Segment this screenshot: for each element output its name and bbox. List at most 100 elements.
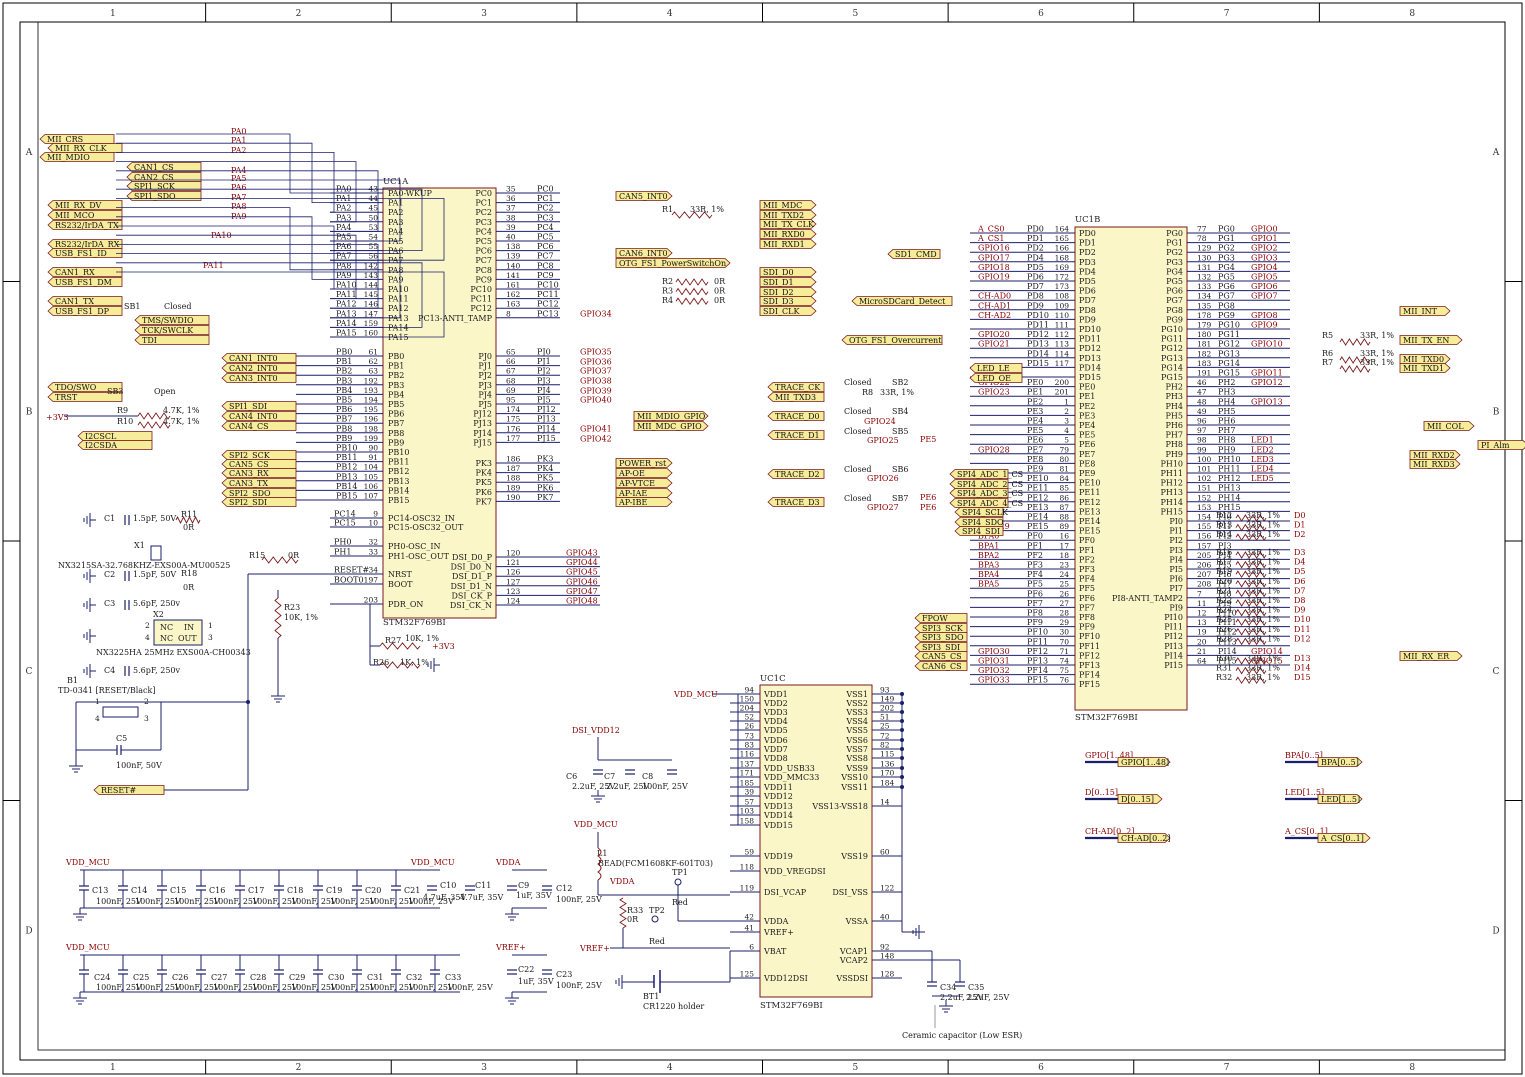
c22-ref: C22 — [518, 965, 534, 974]
uc1b-right-net: LED2 — [1251, 445, 1274, 454]
net-label-pa0: PA0 — [231, 127, 247, 136]
uc1b-right-name: PI7 — [1169, 584, 1183, 593]
uc1a-right-net: PJ2 — [537, 367, 551, 376]
uc1b-right-name: PG8 — [1166, 306, 1183, 315]
c2-value: 1.5pF, 50V — [133, 570, 176, 579]
uc1b-left-name: PD11 — [1079, 335, 1101, 344]
c12-ref: C12 — [556, 884, 572, 893]
d-res-ref: R22 — [1216, 596, 1232, 605]
uc1a-left-name: PB5 — [388, 400, 404, 409]
uc1b-right-portname: PH3 — [1218, 388, 1235, 397]
zone-col-bottom: 1 — [110, 1063, 116, 1073]
uc1b-right-pinno: 129 — [1197, 244, 1212, 253]
r-sd-ref: R3 — [662, 287, 673, 296]
x2-pin-out: OUT — [178, 634, 197, 643]
d-res-net: D11 — [1294, 625, 1311, 634]
uc1b-right-name: PI13 — [1164, 642, 1183, 651]
uc1b-left-portname: PF4 — [1027, 570, 1043, 579]
uc1a-left-pinno: 198 — [364, 424, 379, 433]
port-mii-txd1: MII_TXD1 — [1403, 364, 1444, 373]
uc1b-right-portname: PG3 — [1218, 253, 1235, 262]
r9-value: 4.7K, 1% — [163, 406, 200, 415]
uc1a-osc-pinno: 197 — [364, 576, 379, 585]
uc1c-right-name: VSS11 — [840, 783, 868, 792]
uc1a-right-net: PC7 — [537, 252, 554, 261]
uc1b-left-net: A_CS0 — [977, 225, 1004, 234]
uc1a-right-pinno: 188 — [506, 474, 521, 483]
uc1c-right-name: VSS4 — [845, 717, 868, 726]
uc1b-right-name: PH15 — [1160, 507, 1183, 516]
uc1a-dsi-name: DSI_D1_N — [450, 582, 492, 591]
decoup-cap-ref: C29 — [289, 973, 305, 982]
bt1-ref: BT1 — [643, 992, 659, 1001]
port-mii-txd2: MII_TXD2 — [763, 211, 804, 220]
vss-junction — [900, 747, 904, 751]
decoup-cap-ref: C27 — [211, 973, 227, 982]
uc1c-left-pinno: 116 — [740, 750, 755, 759]
uc1b-left-name: PE10 — [1079, 479, 1100, 488]
port-can6-cs: CAN6_CS — [922, 662, 962, 671]
d-res-net: D8 — [1294, 596, 1306, 605]
uc1b-left-pinno: 200 — [1055, 378, 1070, 387]
uc1b-left-net: A_CS1 — [977, 234, 1004, 243]
vref-row2: VREF+ — [495, 943, 526, 952]
uc1b-right-name: PI15 — [1164, 661, 1183, 670]
vdd-mcu-row1: VDD_MCU — [65, 858, 110, 867]
zone-col-bottom: 3 — [481, 1063, 487, 1073]
c6-ref: C6 — [566, 772, 577, 781]
uc1b-left-name: PF15 — [1079, 680, 1100, 689]
uc1b-left-name: PE11 — [1079, 488, 1100, 497]
net-label-pa5: PA5 — [231, 174, 247, 183]
port-can2-int0: CAN2_INT0 — [229, 364, 278, 373]
uc1b-left-portname: PE6 — [1027, 436, 1043, 445]
vdd-mcu-row1b: VDD_MCU — [410, 858, 455, 867]
uc1b-left-portname: PD12 — [1027, 330, 1049, 339]
zone-col-bottom: 2 — [296, 1063, 302, 1073]
port-bus-3: LED[1..5] — [1321, 795, 1360, 804]
uc1a-left-pinno: 104 — [364, 463, 379, 472]
uc1c-left-pinno: 41 — [744, 924, 754, 933]
port-can5-cs: CAN5_CS — [922, 652, 962, 661]
uc1b-right-pinno: 7 — [1197, 589, 1202, 598]
uc1a-left-net: PA14 — [336, 319, 357, 328]
decoup-cap-ref: C14 — [131, 886, 147, 895]
uc1b-left-portname: PF15 — [1027, 676, 1048, 685]
uc1b-right-pinno: 181 — [1197, 340, 1211, 349]
x1-ref: X1 — [134, 541, 145, 550]
uc1c-right-name: VSS9 — [845, 764, 868, 773]
uc1b-left-pinno: 79 — [1059, 445, 1069, 454]
uc1b-left-pinno: 89 — [1059, 522, 1069, 531]
uc1b-right-net: GPIO7 — [1251, 292, 1278, 301]
uc1b-left-pinno: 23 — [1059, 561, 1069, 570]
uc1a-right-pinno: 176 — [506, 424, 521, 433]
uc1b-right-name: PH10 — [1160, 459, 1183, 468]
uc1b-right-pinno: 180 — [1197, 330, 1212, 339]
uc1a-left-name: PA8 — [388, 266, 404, 275]
uc1a-right-name: PK4 — [476, 469, 492, 478]
uc1c-right-pinno: 202 — [880, 704, 895, 713]
uc1a-left-net: PA3 — [336, 213, 352, 222]
uc1c-left-name: VDD4 — [763, 717, 788, 726]
uc1b-left-name: PE8 — [1079, 459, 1095, 468]
port-mii-mdc-gpio: MII_MDC_GPIO — [637, 422, 702, 431]
uc1b-left-name: PF4 — [1079, 575, 1095, 584]
uc1a-gpio-net: GPIO39 — [580, 387, 612, 396]
pe-net-label: PE5 — [920, 435, 936, 444]
uc1b-right-net: GPIO12 — [1251, 378, 1283, 387]
port-spi4-sdo: SPI4_SDO — [962, 518, 1004, 527]
decoup-cap-ref: C32 — [406, 973, 422, 982]
uc1b-right-name: PH4 — [1166, 402, 1183, 411]
uc1a-left-pinno: 53 — [368, 223, 378, 232]
uc1b-right-name: PI5 — [1169, 565, 1183, 574]
uc1a-osc-net: PH1 — [334, 548, 351, 557]
uc1a-right-net: PK4 — [537, 464, 553, 473]
uc1a-left-pinno: 160 — [364, 329, 379, 338]
uc1b-left-name: PF6 — [1079, 594, 1095, 603]
uc1a-left-name: PB1 — [388, 362, 404, 371]
uc1b-right-pinno: 154 — [1197, 513, 1212, 522]
uc1b-right-pinno: 11 — [1197, 599, 1207, 608]
d-res-ref: R17 — [1216, 558, 1232, 567]
uc1b-left-pinno: 24 — [1059, 570, 1069, 579]
ceramic-note: Ceramic capacitor (Low ESR) — [902, 1031, 1022, 1040]
uc1c-left-pinno: 94 — [744, 686, 754, 695]
